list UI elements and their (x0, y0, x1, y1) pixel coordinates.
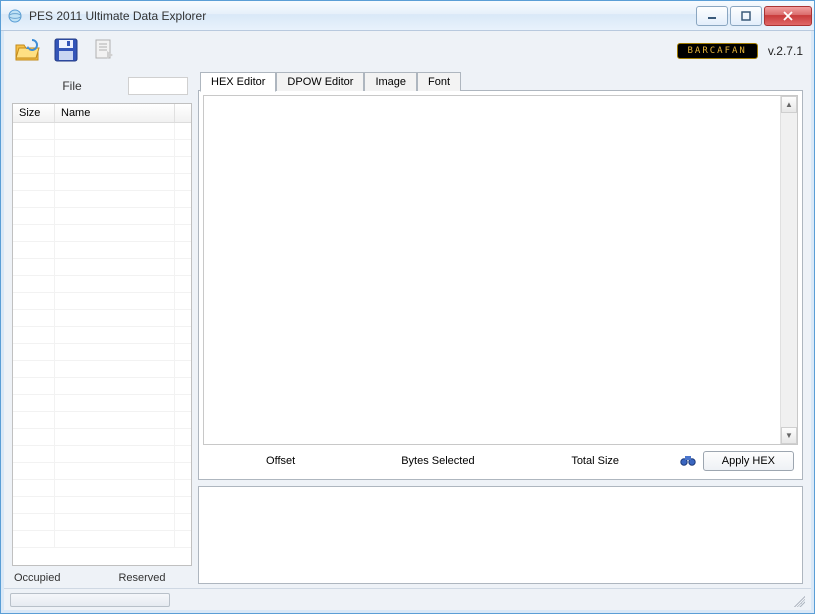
toolbar: BARCAFAN v.2.7.1 (4, 31, 811, 71)
binoculars-icon (680, 453, 696, 470)
titlebar: PES 2011 Ultimate Data Explorer (1, 1, 814, 31)
file-label: File (16, 79, 128, 93)
tab-font[interactable]: Font (417, 72, 461, 91)
table-row (13, 310, 191, 327)
table-row (13, 225, 191, 242)
toolbar-icons (12, 35, 120, 67)
hex-scrollbar[interactable]: ▲ ▼ (780, 96, 797, 444)
table-row (13, 242, 191, 259)
window-title: PES 2011 Ultimate Data Explorer (29, 9, 694, 23)
table-row (13, 531, 191, 548)
table-row (13, 327, 191, 344)
offset-label: Offset (207, 455, 354, 467)
table-row (13, 191, 191, 208)
save-icon (53, 37, 79, 66)
table-row (13, 429, 191, 446)
left-panel: File Size Name (12, 71, 192, 584)
total-size-label: Total Size (522, 455, 669, 467)
main: File Size Name (4, 71, 811, 588)
table-row (13, 344, 191, 361)
maximize-button[interactable] (730, 6, 762, 26)
scroll-up-icon[interactable]: ▲ (781, 96, 797, 113)
progress-bar (10, 593, 170, 607)
column-spacer (175, 104, 191, 122)
table-row (13, 174, 191, 191)
folder-open-icon (14, 37, 42, 66)
right-panel: HEX Editor DPOW Editor Image Font ▲ ▼ Of… (198, 71, 803, 584)
version-label: v.2.7.1 (768, 44, 803, 58)
bytes-selected-label: Bytes Selected (364, 455, 511, 467)
table-row (13, 361, 191, 378)
list-header: Size Name (13, 104, 191, 123)
table-row (13, 378, 191, 395)
open-button[interactable] (12, 35, 44, 67)
minimize-button[interactable] (696, 6, 728, 26)
occupied-label: Occupied (14, 572, 94, 584)
table-row (13, 514, 191, 531)
hex-area[interactable]: ▲ ▼ (203, 95, 798, 445)
table-row (13, 157, 191, 174)
brand-badge: BARCAFAN (677, 43, 758, 59)
client-area: BARCAFAN v.2.7.1 File Size Name (1, 31, 814, 613)
hex-info-row: Offset Bytes Selected Total Size Apply H… (203, 445, 798, 475)
file-value-box (128, 77, 188, 95)
left-footer: Occupied Reserved (12, 566, 192, 584)
table-row (13, 412, 191, 429)
table-row (13, 480, 191, 497)
export-button[interactable] (88, 35, 120, 67)
table-row (13, 395, 191, 412)
tab-pane: ▲ ▼ Offset Bytes Selected Total Size (198, 90, 803, 480)
window-controls (694, 6, 812, 26)
table-row (13, 293, 191, 310)
table-row (13, 123, 191, 140)
app-icon (7, 8, 23, 24)
table-row (13, 140, 191, 157)
table-row (13, 208, 191, 225)
tab-strip: HEX Editor DPOW Editor Image Font (198, 72, 803, 91)
table-row (13, 259, 191, 276)
tab-hex-editor[interactable]: HEX Editor (200, 72, 276, 92)
scroll-track[interactable] (781, 113, 797, 427)
table-row (13, 497, 191, 514)
file-row: File (12, 71, 192, 103)
column-name[interactable]: Name (55, 104, 175, 122)
table-row (13, 463, 191, 480)
find-button[interactable] (679, 453, 697, 469)
apply-hex-button[interactable]: Apply HEX (703, 451, 794, 471)
column-size[interactable]: Size (13, 104, 55, 122)
tab-dpow-editor[interactable]: DPOW Editor (276, 72, 364, 91)
reserved-label: Reserved (94, 572, 190, 584)
scroll-down-icon[interactable]: ▼ (781, 427, 797, 444)
file-list[interactable]: Size Name (12, 103, 192, 566)
output-box (198, 486, 803, 584)
resize-grip[interactable] (791, 593, 805, 607)
document-export-icon (91, 37, 117, 66)
table-row (13, 446, 191, 463)
save-button[interactable] (50, 35, 82, 67)
close-button[interactable] (764, 6, 812, 26)
table-row (13, 276, 191, 293)
list-body (13, 123, 191, 565)
tab-image[interactable]: Image (364, 72, 417, 91)
statusbar (4, 588, 811, 610)
